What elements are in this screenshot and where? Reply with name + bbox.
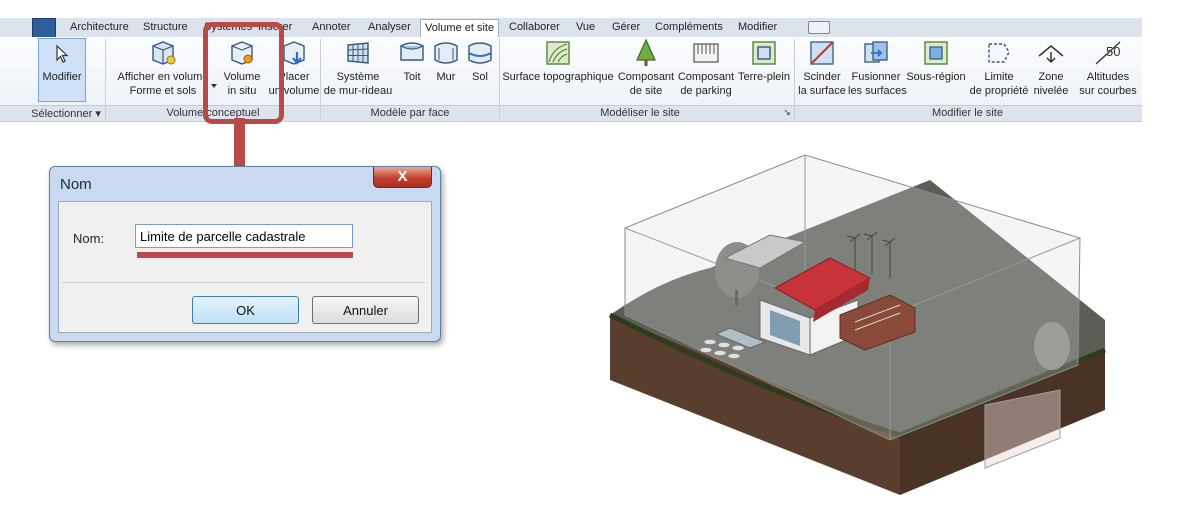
tab-structure[interactable]: Structure: [143, 19, 188, 36]
panel-expander-icon[interactable]: ↘: [780, 107, 794, 118]
parking-icon: [693, 43, 719, 63]
dialog-separator: [62, 282, 426, 283]
sous-region-button[interactable]: Sous-région: [906, 38, 966, 84]
floor-by-face-icon: [468, 42, 492, 64]
highlight-underline: [137, 252, 353, 258]
altitudes-sur-courbes-button[interactable]: 50 Altitudes sur courbes: [1078, 38, 1138, 98]
toit-par-face-button[interactable]: Toit: [396, 38, 428, 84]
name-input[interactable]: [135, 224, 353, 248]
tree-icon: [636, 38, 656, 66]
sol-par-face-button[interactable]: Sol: [464, 38, 496, 84]
panel-label-modeliser-site: Modéliser le site: [600, 107, 680, 119]
tab-annoter[interactable]: Annoter: [312, 19, 351, 36]
property-line-icon: [988, 43, 1010, 63]
highlight-frame: [203, 22, 284, 124]
systeme-mur-rideau-button[interactable]: Système de mur-rideau: [322, 38, 394, 98]
graded-region-icon: [1038, 45, 1064, 64]
tab-collaborer[interactable]: Collaborer: [509, 19, 560, 36]
merge-surfaces-icon: [864, 41, 888, 63]
composant-de-site-button[interactable]: Composant de site: [617, 38, 675, 98]
label-contours-icon: 50: [1095, 41, 1120, 65]
mur-par-face-button[interactable]: Mur: [430, 38, 462, 84]
ribbon-panel-label-bar: Sélectionner ▾ Volume conceptuel Modèle …: [0, 105, 1142, 122]
split-surface-icon: [810, 41, 834, 65]
ok-button[interactable]: OK: [192, 296, 299, 324]
building-pad-icon: [752, 41, 776, 65]
tab-volume-et-site[interactable]: Volume et site: [420, 19, 500, 38]
svg-text:50: 50: [1106, 44, 1120, 59]
panel-label-modifier-site: Modifier le site: [932, 107, 1003, 119]
callout-arrow-shaft: [234, 118, 245, 168]
panel-label-modele-par-face: Modèle par face: [370, 107, 450, 119]
tree-right: [1034, 322, 1070, 370]
ribbon: Architecture Structure Systèmes Insérer Anno…: [0, 0, 1142, 122]
surface-topographique-button[interactable]: Surface topographique: [501, 38, 615, 84]
ribbon-tab-bar: Architecture Structure Systèmes Insérer Anno…: [0, 18, 1142, 38]
tab-vue[interactable]: Vue: [576, 19, 595, 36]
terre-plein-button[interactable]: Terre-plein: [736, 38, 792, 84]
limite-de-propriete-button[interactable]: Limite de propriété: [968, 38, 1030, 98]
cursor-arrow-icon: [56, 44, 69, 63]
close-button[interactable]: X: [373, 167, 432, 188]
scinder-la-surface-button[interactable]: Scinder la surface: [797, 38, 847, 98]
ribbon-display-toggle-icon[interactable]: [808, 21, 830, 34]
show-mass-icon: [152, 41, 176, 65]
name-label: Nom:: [73, 231, 105, 246]
composant-de-parking-button[interactable]: Composant de parking: [677, 38, 735, 98]
wall-by-face-icon: [434, 42, 458, 64]
tab-architecture[interactable]: Architecture: [70, 19, 129, 36]
tab-gérer[interactable]: Gérer: [612, 19, 640, 36]
roof-by-face-icon: [400, 42, 424, 61]
panel-label-selectionner[interactable]: Sélectionner ▾: [27, 107, 105, 120]
tab-analyser[interactable]: Analyser: [368, 19, 411, 36]
dialog-body: Nom: OK Annuler: [58, 201, 432, 333]
afficher-en-volume-button[interactable]: Afficher en volume Forme et sols: [112, 38, 214, 98]
dialog-title: Nom: [60, 176, 92, 193]
zone-nivelee-button[interactable]: Zone nivelée: [1032, 38, 1070, 98]
fusionner-les-surfaces-button[interactable]: Fusionner les surfaces: [848, 38, 907, 98]
cancel-button[interactable]: Annuler: [312, 296, 419, 324]
tab-modifier[interactable]: Modifier: [738, 19, 777, 36]
application-menu-button[interactable]: [32, 18, 56, 38]
toposurface-icon: [546, 41, 570, 65]
tab-compléments[interactable]: Compléments: [655, 19, 723, 36]
curtain-system-icon: [347, 42, 369, 64]
name-dialog: Nom X Nom: OK Annuler: [49, 166, 441, 342]
3d-site-view[interactable]: [600, 150, 1120, 510]
subregion-icon: [924, 41, 948, 65]
modifier-button[interactable]: Modifier: [38, 38, 86, 102]
